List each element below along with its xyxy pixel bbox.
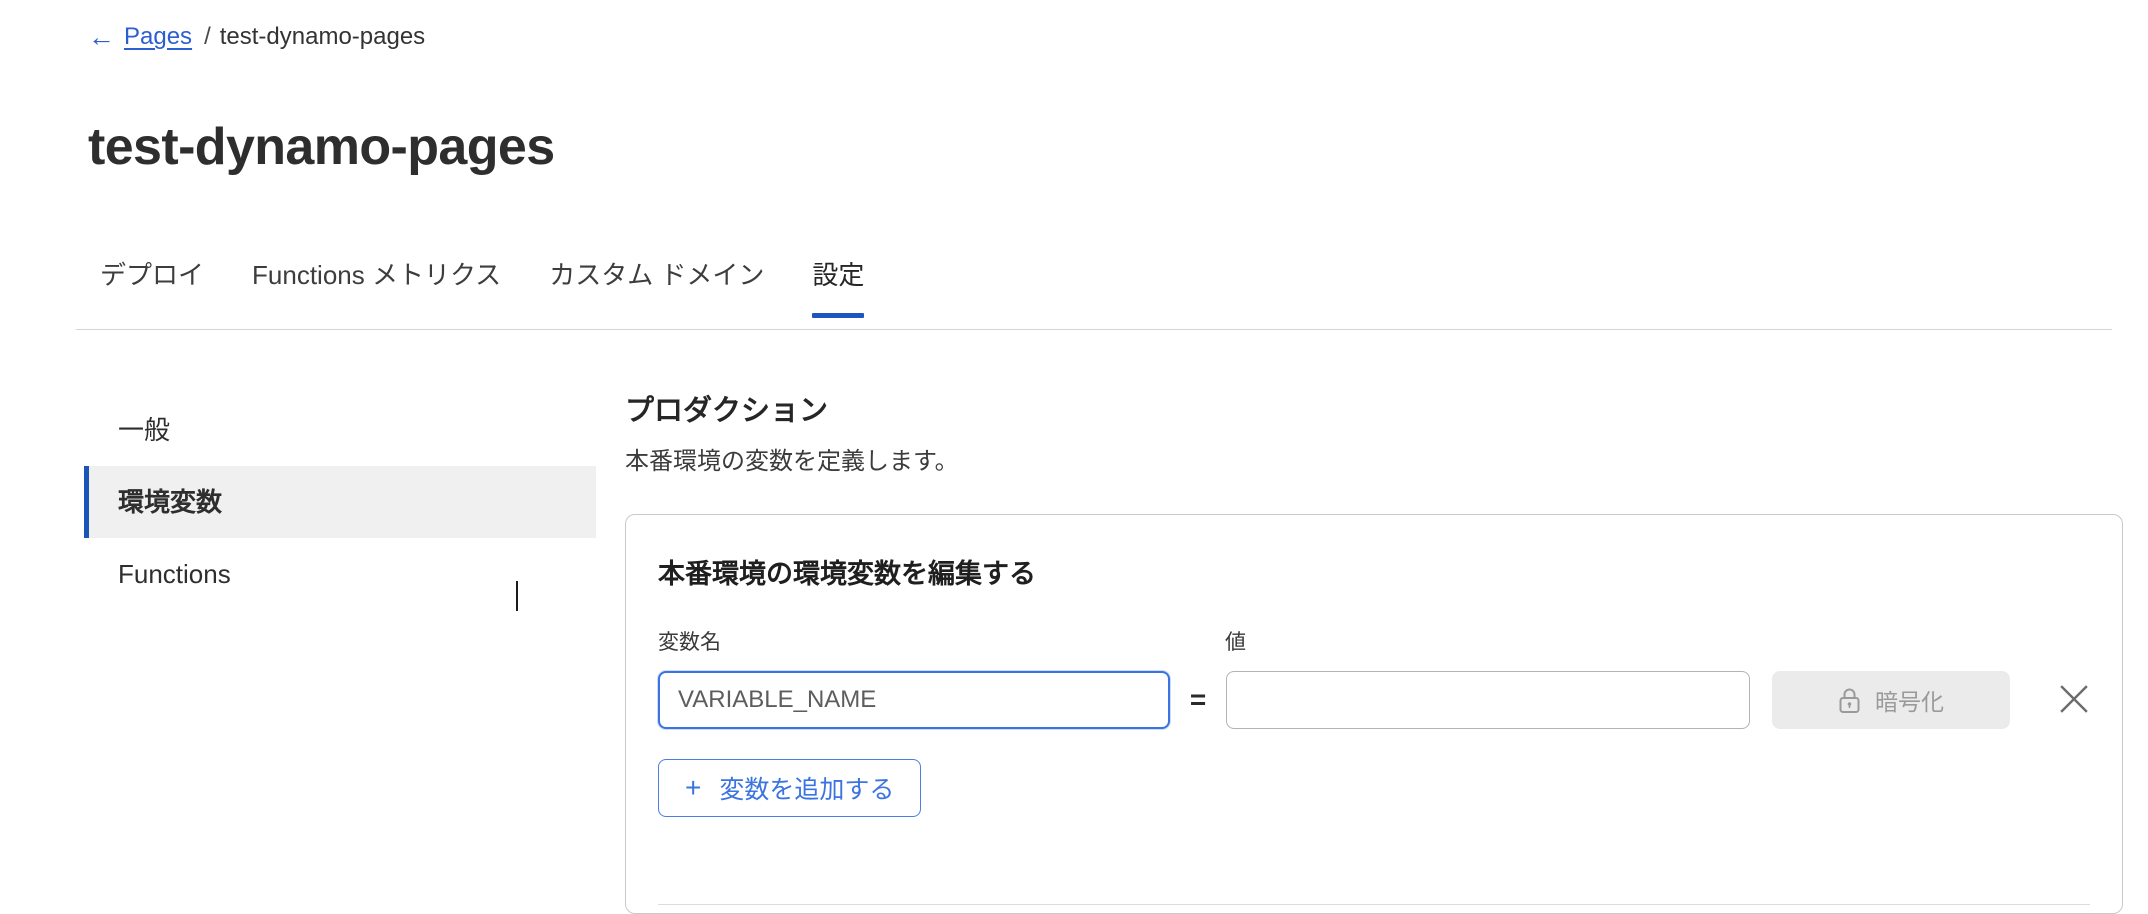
plus-icon: +	[685, 772, 702, 803]
lock-icon	[1838, 687, 1861, 714]
field-label-row: 変数名 値	[626, 629, 2122, 659]
page-title: test-dynamo-pages	[88, 118, 555, 176]
tab-bar: デプロイ Functions メトリクス カスタム ドメイン 設定	[76, 258, 2112, 330]
breadcrumb: ← Pages / test-dynamo-pages	[88, 22, 425, 52]
add-variable-button-label: 変数を追加する	[719, 776, 895, 804]
label-variable-name: 変数名	[658, 631, 721, 654]
section-description: 本番環境の変数を定義します。	[625, 448, 959, 475]
subnav-item-environment-variables[interactable]: 環境変数	[84, 466, 596, 538]
add-variable-button[interactable]: + 変数を追加する	[658, 759, 922, 817]
variable-value-input[interactable]	[1226, 671, 1750, 729]
subnav-item-general[interactable]: 一般	[84, 394, 596, 466]
text-caret	[516, 581, 518, 611]
close-icon	[2057, 682, 2091, 719]
remove-variable-button[interactable]	[2052, 678, 2096, 722]
settings-subnav: 一般 環境変数 Functions	[84, 394, 596, 610]
tab-deploy[interactable]: デプロイ	[76, 258, 228, 318]
tab-custom-domain[interactable]: カスタム ドメイン	[525, 258, 788, 318]
encrypt-button[interactable]: 暗号化	[1772, 671, 2010, 729]
env-var-row: = 暗号化	[626, 669, 2122, 731]
subnav-item-functions[interactable]: Functions	[84, 538, 596, 610]
breadcrumb-current: test-dynamo-pages	[219, 23, 426, 50]
tab-settings[interactable]: 設定	[788, 258, 888, 318]
tab-functions-metrics[interactable]: Functions メトリクス	[228, 258, 525, 318]
card-footer-divider	[658, 904, 2090, 905]
breadcrumb-separator: /	[204, 23, 211, 50]
production-section: プロダクション 本番環境の変数を定義します。	[625, 392, 2123, 478]
settings-page: ← Pages / test-dynamo-pages test-dynamo-…	[0, 0, 2148, 914]
equals-sign: =	[1189, 684, 1207, 715]
tab-bar-divider	[76, 329, 2112, 330]
encrypt-button-label: 暗号化	[1875, 689, 1944, 715]
card-title: 本番環境の環境変数を編集する	[658, 559, 1036, 589]
breadcrumb-link-pages[interactable]: Pages	[124, 22, 192, 52]
edit-env-vars-card: 本番環境の環境変数を編集する 変数名 値 = 暗号化	[625, 514, 2123, 914]
section-title: プロダクション	[625, 395, 829, 427]
variable-name-input[interactable]	[658, 671, 1170, 729]
back-arrow-icon[interactable]: ←	[88, 22, 115, 52]
label-variable-value: 値	[1225, 631, 1246, 654]
